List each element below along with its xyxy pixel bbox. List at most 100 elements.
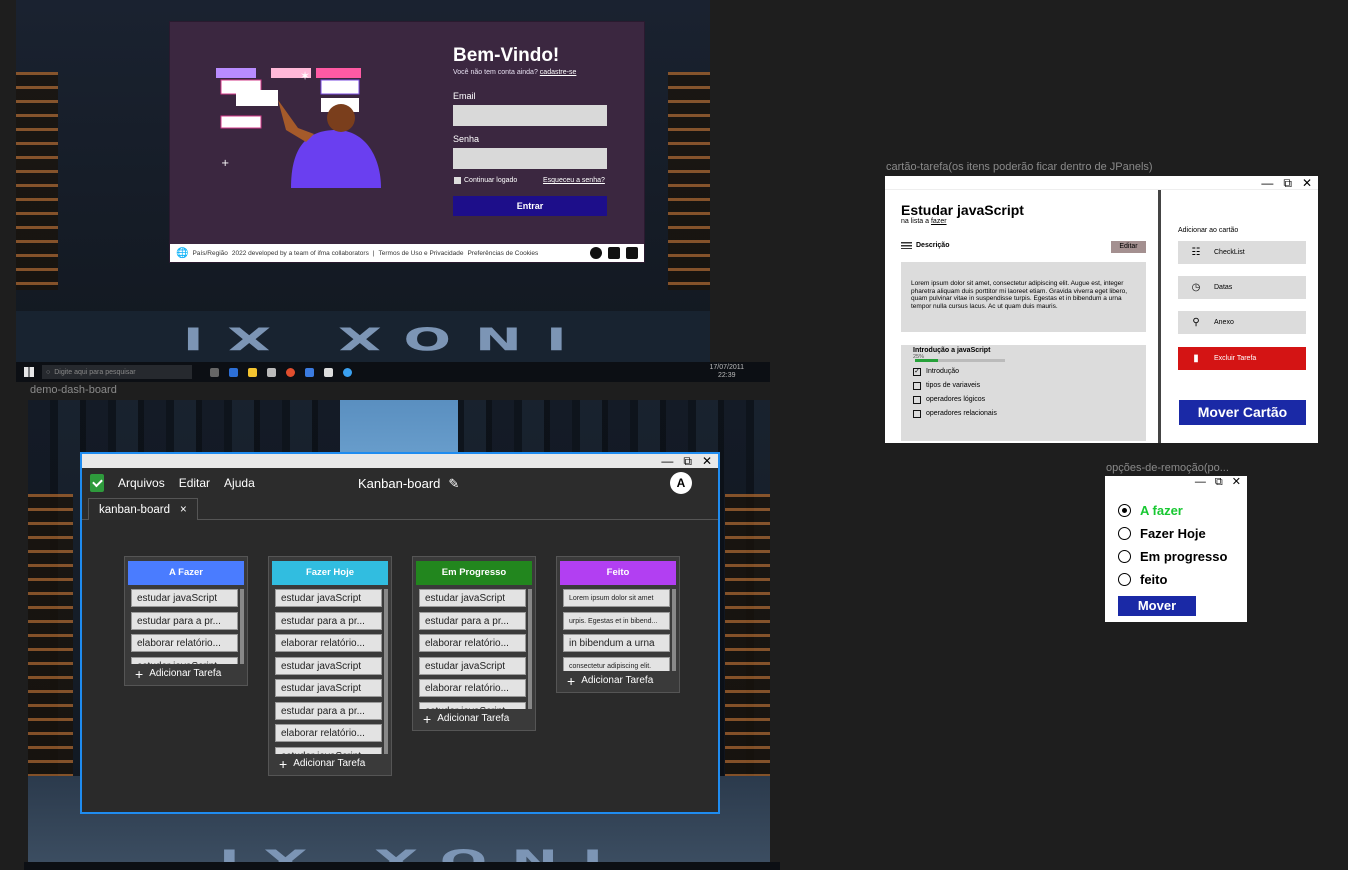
move-card-button[interactable]: Mover Cartão [1179, 400, 1306, 425]
checklist-button[interactable]: ☷ CheckList [1178, 241, 1306, 264]
region-link[interactable]: País/Região [192, 250, 227, 257]
forgot-password-link[interactable]: Esqueceu a senha? [543, 177, 605, 184]
checklist-item[interactable]: ✓ Introdução [913, 367, 1134, 376]
add-task-button[interactable]: + Adicionar Tarefa [125, 667, 247, 681]
github-icon[interactable] [590, 247, 602, 259]
task-card[interactable]: elaborar relatório... [131, 634, 238, 652]
task-card[interactable]: elaborar relatório... [275, 634, 382, 652]
chrome-icon[interactable] [286, 367, 295, 377]
task-card[interactable]: elaborar relatório... [275, 724, 382, 742]
edit-button[interactable]: Editar [1111, 241, 1146, 253]
app-icon[interactable] [248, 367, 257, 377]
enter-button[interactable]: Entrar [453, 196, 607, 216]
radio-option[interactable]: feito [1118, 572, 1167, 587]
scrollbar[interactable] [384, 589, 388, 754]
task-card[interactable]: estudar javaScript [419, 656, 526, 675]
terms-link[interactable]: Termos de Uso e Privacidade [379, 250, 464, 257]
checkbox-icon[interactable]: ✓ [913, 367, 921, 376]
task-card[interactable]: estudar javaScript [419, 701, 526, 709]
task-card[interactable]: estudar javaScript [131, 656, 238, 664]
task-card[interactable]: estudar javaScript [131, 589, 238, 607]
radio-option[interactable]: A fazer [1118, 503, 1183, 518]
card-list[interactable]: Lorem ipsum dolor sit amet urpis. Egestas… [560, 589, 676, 671]
scrollbar[interactable] [672, 589, 676, 671]
task-card[interactable]: estudar para a pr... [131, 611, 238, 630]
column-header[interactable]: Em Progresso [416, 561, 532, 585]
task-card[interactable]: estudar javaScript [275, 679, 382, 697]
app-icon[interactable] [324, 367, 333, 377]
delete-task-button[interactable]: ▮ Excluir Tarefa [1178, 347, 1306, 370]
card-list[interactable]: estudar javaScript estudar para a pr... el… [272, 589, 388, 754]
task-card[interactable]: in bibendum a urna [563, 634, 670, 652]
task-card[interactable]: elaborar relatório... [419, 634, 526, 652]
radio-icon[interactable] [1118, 573, 1131, 586]
task-card[interactable]: estudar javaScript [419, 589, 526, 607]
attachment-button[interactable]: ⚲ Anexo [1178, 311, 1306, 334]
restore-icon[interactable]: ⧉ [1215, 476, 1223, 489]
task-card[interactable]: estudar javaScript [275, 589, 382, 607]
app-icon[interactable] [305, 367, 314, 377]
add-task-button[interactable]: + Adicionar Tarefa [269, 757, 391, 771]
checkbox-icon[interactable] [913, 409, 921, 418]
task-card[interactable]: estudar para a pr... [275, 611, 382, 630]
app-icon[interactable] [229, 367, 238, 377]
email-field[interactable] [453, 105, 607, 126]
checklist-item[interactable]: operadores lógicos [913, 395, 1134, 404]
cookies-link[interactable]: Preferências de Cookies [467, 250, 538, 257]
task-card[interactable]: estudar para a pr... [419, 611, 526, 630]
app-icon[interactable] [267, 367, 276, 377]
windows-start-icon[interactable] [24, 367, 34, 377]
checklist-item[interactable]: operadores relacionais [913, 409, 1134, 418]
radio-icon[interactable] [1118, 550, 1131, 563]
tab-close-icon[interactable]: × [180, 499, 187, 520]
card-list[interactable]: estudar javaScript estudar para a pr... el… [128, 589, 244, 664]
task-card[interactable]: consectetur adipiscing elit. [563, 656, 670, 671]
checkbox-icon[interactable] [913, 395, 921, 404]
task-card[interactable]: elaborar relatório... [419, 679, 526, 697]
task-card[interactable]: Lorem ipsum dolor sit amet [563, 589, 670, 607]
radio-option[interactable]: Em progresso [1118, 549, 1227, 564]
task-card[interactable]: estudar para a pr... [275, 701, 382, 720]
task-card[interactable]: estudar javaScript [275, 656, 382, 675]
twitter-icon[interactable] [608, 247, 620, 259]
pencil-icon[interactable]: ✎ [448, 476, 459, 492]
menu-ajuda[interactable]: Ajuda [224, 476, 255, 490]
column-header[interactable]: A Fazer [128, 561, 244, 585]
tab-kanban-board[interactable]: kanban-board × [88, 498, 198, 520]
checkbox-icon[interactable] [913, 381, 921, 390]
restore-icon[interactable]: ⧉ [683, 454, 692, 468]
task-card[interactable]: estudar javaScript [275, 746, 382, 754]
add-task-button[interactable]: + Adicionar Tarefa [413, 712, 535, 726]
linkedin-icon[interactable] [626, 247, 638, 259]
signup-link[interactable]: cadastre-se [540, 69, 577, 76]
edge-icon[interactable] [343, 367, 352, 377]
avatar[interactable]: A [670, 472, 692, 494]
dates-button[interactable]: ◷ Datas [1178, 276, 1306, 299]
scrollbar[interactable] [240, 589, 244, 664]
close-icon[interactable]: ✕ [702, 454, 712, 468]
move-button[interactable]: Mover [1118, 596, 1196, 616]
add-task-button[interactable]: + Adicionar Tarefa [557, 674, 679, 688]
minimize-icon[interactable]: — [1261, 176, 1273, 190]
scrollbar[interactable] [528, 589, 532, 709]
taskbar-search[interactable]: ○ Digite aqui para pesquisar [42, 365, 192, 379]
radio-icon[interactable] [1118, 527, 1131, 540]
column-header[interactable]: Fazer Hoje [272, 561, 388, 585]
menu-editar[interactable]: Editar [179, 476, 210, 490]
minimize-icon[interactable]: — [1195, 476, 1206, 489]
card-list[interactable]: estudar javaScript estudar para a pr... el… [416, 589, 532, 709]
radio-icon[interactable] [1118, 504, 1131, 517]
task-card[interactable]: urpis. Egestas et in bibend... [563, 611, 670, 630]
list-name-link[interactable]: fazer [931, 218, 947, 225]
menu-arquivos[interactable]: Arquivos [118, 476, 165, 490]
close-icon[interactable]: ✕ [1302, 176, 1312, 190]
column-header[interactable]: Feito [560, 561, 676, 585]
checklist-item[interactable]: tipos de variaveis [913, 381, 1134, 390]
password-field[interactable] [453, 148, 607, 169]
keep-logged-checkbox[interactable]: Continuar logado [454, 177, 517, 184]
restore-icon[interactable]: ⧉ [1283, 176, 1292, 190]
radio-option[interactable]: Fazer Hoje [1118, 526, 1206, 541]
task-view-icon[interactable] [210, 367, 219, 377]
minimize-icon[interactable]: — [661, 454, 673, 468]
close-icon[interactable]: ✕ [1232, 476, 1241, 489]
